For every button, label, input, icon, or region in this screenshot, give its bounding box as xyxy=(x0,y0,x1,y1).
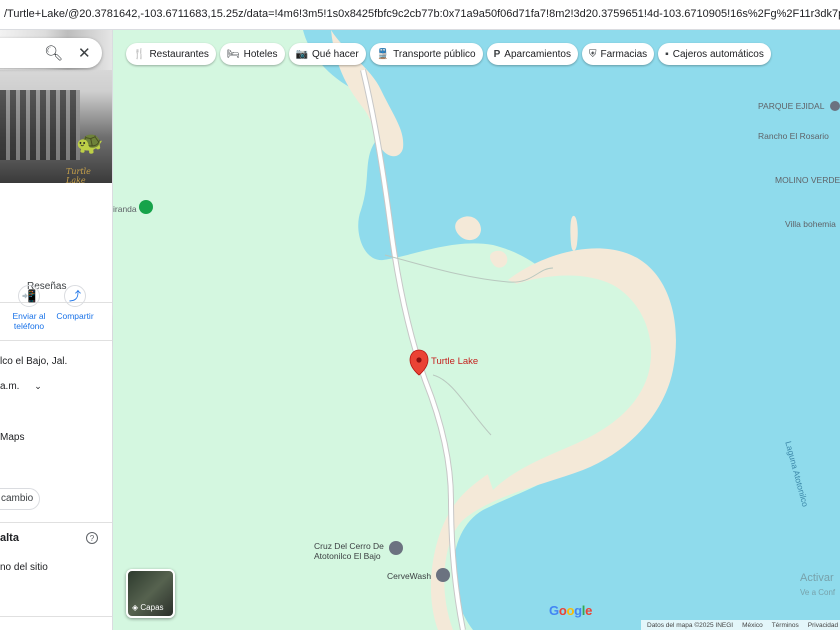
hours-text[interactable]: a.m. ⌄ xyxy=(0,381,42,392)
place-sidebar: 🐢 Turtle Lake 🔍︎ ✕ Reseñas 📲 Enviar al t… xyxy=(0,30,113,630)
layers-button[interactable]: ◈ Capas xyxy=(126,569,175,618)
address-text[interactable]: lco el Bajo, Jal. xyxy=(0,356,67,367)
activation-watermark: Activar xyxy=(800,572,834,584)
send-to-phone-button[interactable]: 📲 Enviar al teléfono xyxy=(4,285,54,331)
chip-que-hacer[interactable]: 📷 Qué hacer xyxy=(288,43,366,65)
place-photo[interactable]: 🐢 Turtle Lake 🔍︎ ✕ xyxy=(0,30,112,183)
hotel-icon: 🛏 xyxy=(226,48,240,60)
terms-link[interactable]: Términos xyxy=(772,622,799,629)
chip-aparcamientos[interactable]: P Aparcamientos xyxy=(486,43,578,65)
miranda-label[interactable]: iranda xyxy=(113,204,137,214)
chip-restaurantes[interactable]: 🍴 Restaurantes xyxy=(126,43,216,65)
parque-poi-icon xyxy=(830,101,840,111)
camera-icon: 📷 xyxy=(295,48,308,60)
search-box[interactable]: 🔍︎ ✕ xyxy=(0,38,102,68)
share-button[interactable]: ⤴ Compartir xyxy=(50,285,100,321)
map-canvas[interactable]: Turtle Lake PARQUE EJIDAL Rancho El Rosa… xyxy=(113,30,840,630)
share-icon: ⤴ xyxy=(64,285,86,307)
send-to-phone-label-1: Enviar al xyxy=(12,311,46,321)
hours-value: a.m. xyxy=(0,381,20,392)
pharmacy-icon: ⛨ xyxy=(588,48,597,60)
layers-label: ◈ Capas xyxy=(132,603,164,612)
divider xyxy=(0,616,112,617)
suggest-change-button[interactable]: cambio xyxy=(0,488,40,510)
monument-poi-icon xyxy=(389,541,403,555)
search-icon[interactable]: 🔍︎ xyxy=(44,44,63,62)
data-credit: Datos del mapa ©2025 INEGI xyxy=(647,621,734,629)
chevron-down-icon[interactable]: ⌄ xyxy=(34,381,42,391)
chip-farmacias[interactable]: ⛨ Farmacias xyxy=(581,43,655,65)
send-to-phone-label-2: teléfono xyxy=(13,321,45,331)
cruz-label-1[interactable]: Cruz Del Cerro De xyxy=(314,541,384,551)
map-drawing xyxy=(113,30,840,630)
molino-label[interactable]: MOLINO VERDE xyxy=(775,175,840,185)
help-icon[interactable]: ? xyxy=(86,532,98,544)
layers-icon: ◈ xyxy=(132,603,139,612)
chip-cajeros[interactable]: ▪ Cajeros automáticos xyxy=(658,43,771,65)
activation-watermark-sub: Ve a Conf xyxy=(800,588,836,597)
chip-transporte[interactable]: 🚆 Transporte público xyxy=(369,43,483,65)
close-icon[interactable]: ✕ xyxy=(78,44,91,62)
divider xyxy=(0,522,112,523)
restaurant-icon: 🍴 xyxy=(133,48,146,60)
url-bar[interactable]: /Turtle+Lake/@20.3781642,-103.6711683,15… xyxy=(0,0,840,30)
privacy-link[interactable]: Privacidad xyxy=(808,622,838,629)
park-poi-icon xyxy=(139,200,153,214)
divider xyxy=(0,340,112,341)
chip-hoteles[interactable]: 🛏 Hoteles xyxy=(219,43,285,65)
photo-tables xyxy=(0,90,80,160)
island-3 xyxy=(570,215,578,251)
turtle-logo-icon: 🐢 xyxy=(76,130,104,155)
google-logo: Google xyxy=(549,603,593,618)
carwash-poi-icon xyxy=(436,568,450,582)
logo-text: Turtle Lake xyxy=(66,167,91,183)
transit-icon: 🚆 xyxy=(376,48,390,60)
maps-text[interactable]: Maps xyxy=(0,432,24,443)
send-to-phone-icon: 📲 xyxy=(18,285,40,307)
parking-icon: P xyxy=(493,48,501,60)
section-title: alta xyxy=(0,532,19,544)
filter-chips: 🍴 Restaurantes 🛏 Hoteles 📷 Qué hacer 🚆 Trans… xyxy=(126,43,771,65)
map-footer: Datos del mapa ©2025 INEGI México Términ… xyxy=(641,620,840,630)
website-text[interactable]: no del sitio xyxy=(0,562,48,573)
rancho-label[interactable]: Rancho El Rosario xyxy=(758,131,829,141)
atm-icon: ▪ xyxy=(665,48,669,60)
cruz-label-2[interactable]: Atotonilco El Bajo xyxy=(314,551,381,561)
villa-label[interactable]: Villa bohemia xyxy=(785,219,836,229)
cervewash-label[interactable]: CerveWash xyxy=(387,571,431,581)
country-link[interactable]: México xyxy=(742,622,763,629)
share-label: Compartir xyxy=(56,311,94,321)
pin-center xyxy=(416,357,422,363)
parque-ejidal-label[interactable]: PARQUE EJIDAL xyxy=(758,101,824,111)
selected-place-label[interactable]: Turtle Lake xyxy=(431,356,478,367)
